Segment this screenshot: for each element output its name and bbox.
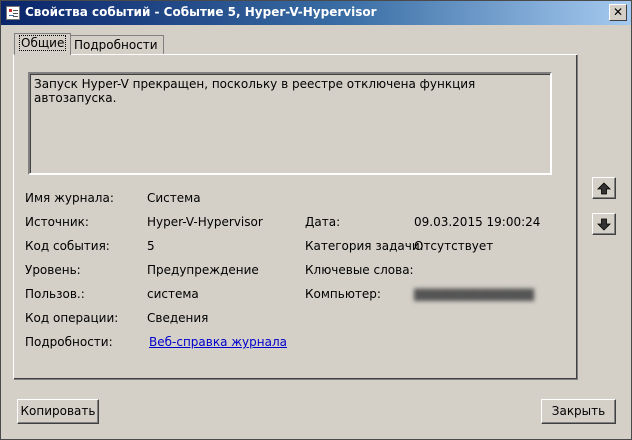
- opcode-value: Сведения: [147, 311, 209, 325]
- computer-value-redacted: ▇▇▇▇▇▇▇▇▇▇▇▇▇: [414, 287, 534, 301]
- window-title: Свойства событий - Событие 5, Hyper-V-Hy…: [25, 5, 377, 19]
- tab-general[interactable]: Общие: [14, 33, 72, 55]
- task-category-label: Категория задачи:: [305, 239, 424, 253]
- event-id-label: Код события:: [25, 239, 110, 253]
- task-category-value: Отсутствует: [414, 239, 494, 253]
- tab-general-label: Общие: [18, 35, 67, 51]
- opcode-label: Код операции:: [25, 311, 119, 325]
- tab-details[interactable]: Подробности: [68, 35, 164, 55]
- computer-label: Компьютер:: [305, 287, 381, 301]
- details-label: Подробности:: [25, 335, 113, 349]
- event-properties-window: Свойства событий - Событие 5, Hyper-V-Hy…: [0, 0, 632, 440]
- keywords-label: Ключевые слова:: [305, 263, 414, 277]
- next-event-button[interactable]: [592, 213, 616, 235]
- log-name-value: Система: [147, 191, 201, 205]
- log-name-label: Имя журнала:: [25, 191, 114, 205]
- arrow-down-icon: [597, 218, 611, 231]
- user-value: система: [147, 287, 199, 301]
- source-label: Источник:: [25, 215, 89, 229]
- close-button[interactable]: Закрыть: [541, 399, 616, 424]
- title-bar[interactable]: Свойства событий - Событие 5, Hyper-V-Hy…: [1, 1, 631, 25]
- date-label: Дата:: [305, 215, 341, 229]
- level-label: Уровень:: [25, 263, 81, 277]
- date-value: 09.03.2015 19:00:24: [414, 215, 541, 229]
- arrow-up-icon: [597, 182, 611, 195]
- event-viewer-icon: [6, 6, 20, 20]
- event-description[interactable]: Запуск Hyper-V прекращен, поскольку в ре…: [28, 72, 552, 175]
- close-window-button[interactable]: ✕: [609, 4, 627, 21]
- source-value: Hyper-V-Hypervisor: [147, 215, 263, 229]
- online-help-link[interactable]: Веб-справка журнала: [149, 335, 287, 349]
- level-value: Предупреждение: [147, 263, 259, 277]
- previous-event-button[interactable]: [592, 177, 616, 199]
- copy-button[interactable]: Копировать: [17, 399, 99, 424]
- event-id-value: 5: [147, 239, 155, 253]
- user-label: Пользов.:: [25, 287, 85, 301]
